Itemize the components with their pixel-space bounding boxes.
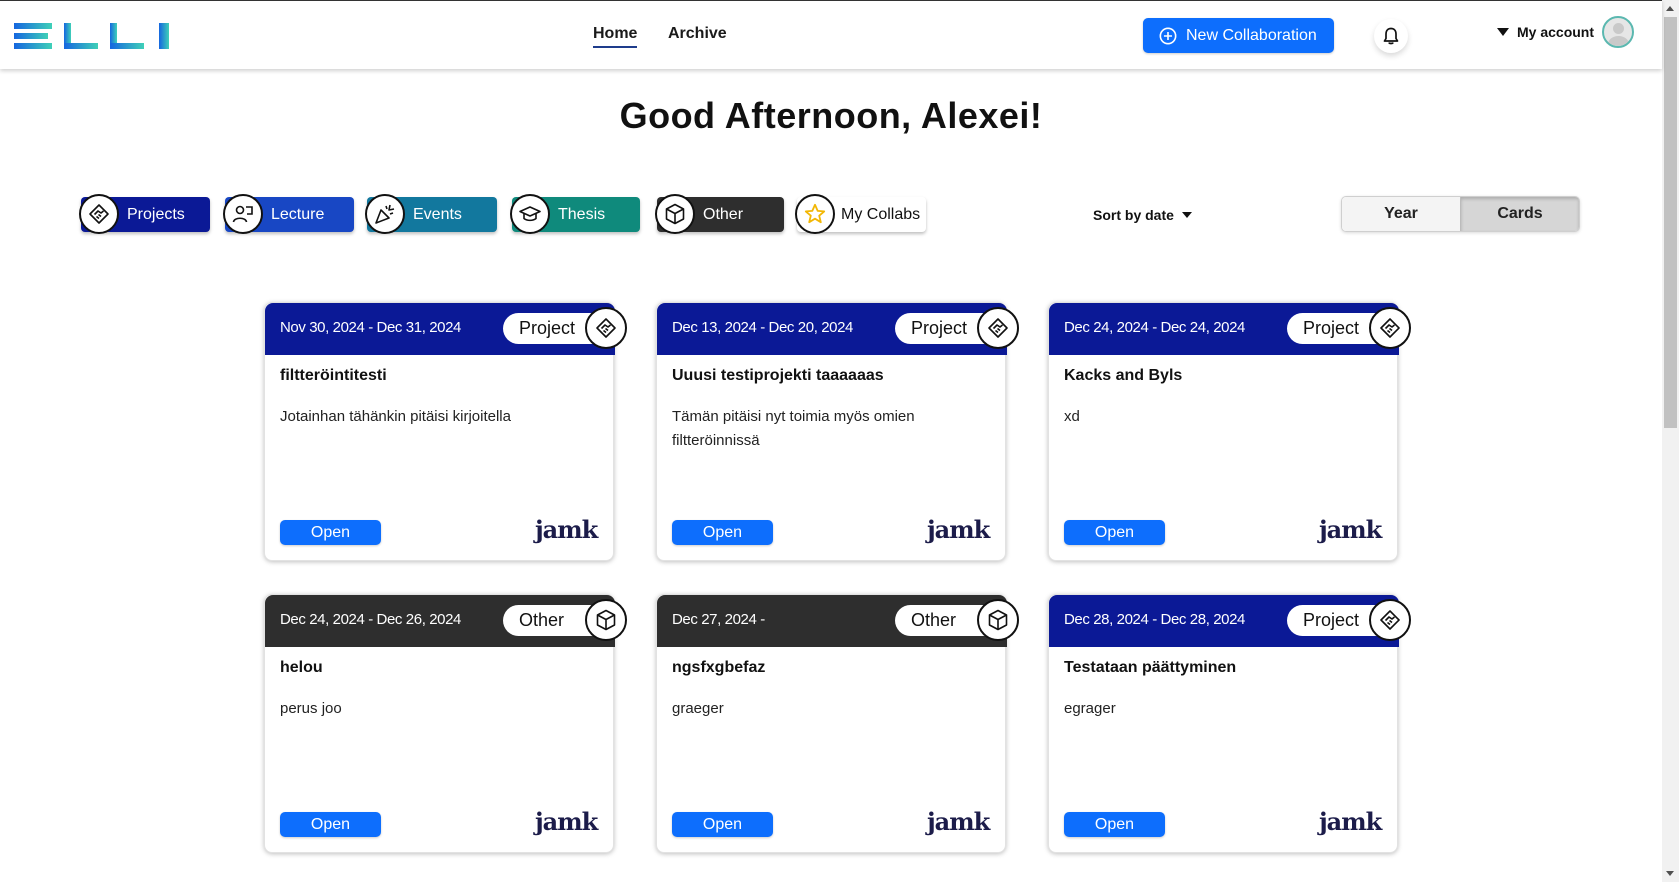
new-collaboration-label: New Collaboration	[1186, 26, 1317, 44]
card-open-button[interactable]: Open	[672, 812, 773, 837]
card-dates: Dec 28, 2024 - Dec 28, 2024	[1064, 611, 1245, 628]
chevron-down-icon	[1497, 28, 1509, 36]
scroll-up-arrow-icon[interactable]	[1666, 6, 1674, 11]
elli-logo[interactable]	[14, 23, 172, 49]
filter-my-collabs-label: My Collabs	[841, 205, 921, 223]
card-dates: Nov 30, 2024 - Dec 31, 2024	[280, 319, 461, 336]
graduation-cap-icon	[510, 194, 550, 234]
filter-thesis-label: Thesis	[558, 205, 606, 223]
card-dates: Dec 24, 2024 - Dec 26, 2024	[280, 611, 461, 628]
card-open-button[interactable]: Open	[1064, 812, 1165, 837]
nav-home-link[interactable]: Home	[593, 25, 638, 48]
scrollbar[interactable]	[1662, 0, 1679, 882]
handshake-icon	[79, 194, 119, 234]
cube-icon	[585, 599, 627, 641]
sort-label: Sort by date	[1093, 207, 1174, 223]
card-header: Dec 13, 2024 - Dec 20, 2024 Project	[657, 303, 1007, 355]
card-description: Tämän pitäisi nyt toimia myös omien filt…	[672, 408, 915, 449]
card-title: helou	[280, 659, 323, 676]
card-title: ngsfxgbefaz	[672, 659, 766, 676]
card-description: xd	[1064, 408, 1080, 425]
plus-circle-icon	[1159, 27, 1177, 44]
bell-icon	[1383, 27, 1399, 45]
new-collaboration-button[interactable]: New Collaboration	[1143, 18, 1334, 53]
filter-thesis-button[interactable]: Thesis	[510, 194, 640, 234]
my-account-label: My account	[1517, 24, 1595, 40]
card-header: Nov 30, 2024 - Dec 31, 2024 Project	[265, 303, 615, 355]
jamk-logo: jamk	[927, 515, 990, 544]
card-header: Dec 24, 2024 - Dec 24, 2024 Project	[1049, 303, 1399, 355]
jamk-logo: jamk	[1319, 515, 1382, 544]
card-header: Dec 24, 2024 - Dec 26, 2024 Other	[265, 595, 615, 647]
card-title: Testataan päättyminen	[1064, 659, 1237, 676]
filter-lecture-button[interactable]: Lecture	[223, 194, 354, 234]
party-popper-icon	[365, 194, 405, 234]
filter-other-button[interactable]: Other	[655, 194, 784, 234]
filter-projects-label: Projects	[127, 205, 185, 223]
jamk-logo: jamk	[535, 515, 598, 544]
card-description: perus joo	[280, 700, 342, 717]
top-navigation-bar: Home Archive New Collaboration My accoun…	[0, 0, 1662, 69]
chevron-down-icon	[1181, 212, 1192, 218]
filter-projects-button[interactable]: Projects	[79, 194, 210, 234]
collab-card: Dec 27, 2024 - Other ngsfxgbefaz graeger…	[656, 594, 1019, 853]
card-description: graeger	[672, 700, 724, 717]
cube-icon	[977, 599, 1019, 641]
handshake-icon	[977, 307, 1019, 349]
card-title: Uuusi testiprojekti taaaaaas	[672, 367, 884, 384]
card-open-button[interactable]: Open	[280, 520, 381, 545]
handshake-icon	[585, 307, 627, 349]
card-description: egrager	[1064, 700, 1116, 717]
card-header: Dec 27, 2024 - Other	[657, 595, 1007, 647]
card-open-button[interactable]: Open	[280, 812, 381, 837]
card-dates: Dec 13, 2024 - Dec 20, 2024	[672, 319, 853, 336]
card-title: filtteröintitesti	[280, 367, 387, 384]
collab-card: Dec 24, 2024 - Dec 26, 2024 Other helou …	[264, 594, 627, 853]
handshake-icon	[1369, 307, 1411, 349]
my-account-menu[interactable]: My account	[1497, 16, 1635, 48]
star-icon	[795, 194, 835, 234]
card-open-button[interactable]: Open	[672, 520, 773, 545]
card-dates: Dec 24, 2024 - Dec 24, 2024	[1064, 319, 1245, 336]
cube-icon	[655, 194, 695, 234]
avatar[interactable]	[1602, 16, 1635, 48]
view-year-button[interactable]: Year	[1342, 197, 1460, 231]
card-dates: Dec 27, 2024 -	[672, 611, 765, 628]
collab-card: Dec 13, 2024 - Dec 20, 2024 Project Uuus…	[656, 302, 1019, 561]
scroll-down-arrow-icon[interactable]	[1666, 871, 1674, 876]
filter-events-label: Events	[413, 205, 462, 223]
scrollbar-thumb[interactable]	[1664, 17, 1677, 428]
filter-events-button[interactable]: Events	[365, 194, 497, 234]
sort-by-date-dropdown[interactable]: Sort by date	[1093, 207, 1192, 223]
view-cards-button[interactable]: Cards	[1460, 197, 1579, 231]
card-description: Jotainhan tähänkin pitäisi kirjoitella	[280, 408, 511, 425]
card-title: Kacks and Byls	[1064, 367, 1183, 384]
card-open-button[interactable]: Open	[1064, 520, 1165, 545]
greeting-heading: Good Afternoon, Alexei!	[619, 95, 1043, 136]
filter-other-label: Other	[703, 205, 744, 223]
filter-my-collabs-button[interactable]: My Collabs	[795, 194, 926, 234]
view-toggle: Year Cards	[1341, 196, 1580, 232]
jamk-logo: jamk	[535, 807, 598, 836]
jamk-logo: jamk	[927, 807, 990, 836]
nav-archive-link[interactable]: Archive	[668, 25, 727, 43]
collab-card: Nov 30, 2024 - Dec 31, 2024 Project filt…	[264, 302, 627, 561]
lecturer-icon	[223, 194, 263, 234]
notifications-button[interactable]	[1374, 19, 1408, 53]
collab-card: Dec 28, 2024 - Dec 28, 2024 Project Test…	[1048, 594, 1411, 853]
card-header: Dec 28, 2024 - Dec 28, 2024 Project	[1049, 595, 1399, 647]
filter-lecture-label: Lecture	[271, 205, 325, 223]
jamk-logo: jamk	[1319, 807, 1382, 836]
handshake-icon	[1369, 599, 1411, 641]
collab-card: Dec 24, 2024 - Dec 24, 2024 Project Kack…	[1048, 302, 1411, 561]
